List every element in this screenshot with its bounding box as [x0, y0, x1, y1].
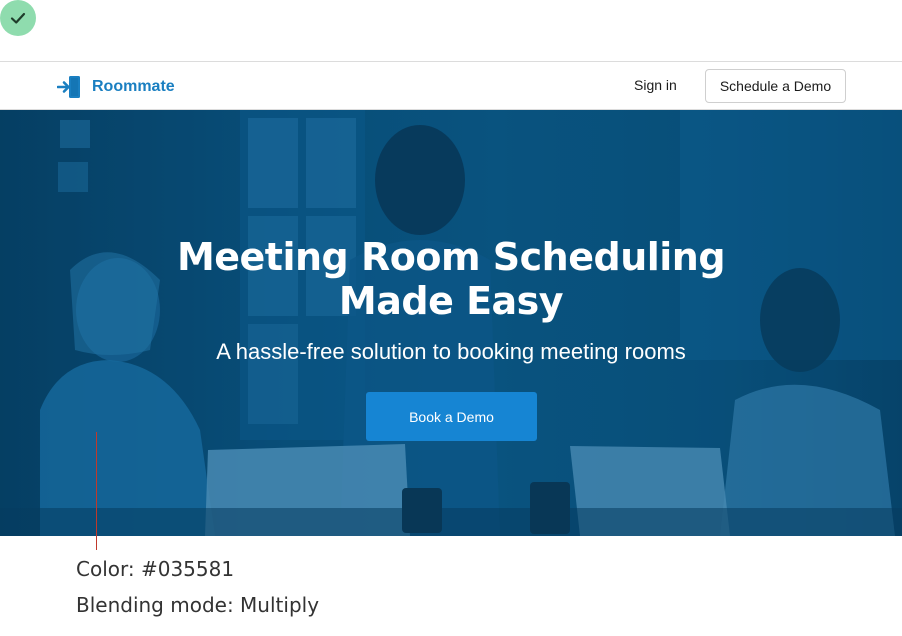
brand-name: Roommate [92, 78, 175, 95]
schedule-demo-button[interactable]: Schedule a Demo [705, 69, 846, 103]
check-icon [0, 0, 36, 36]
hero-title: Meeting Room Scheduling Made Easy [0, 235, 902, 323]
sign-in-link[interactable]: Sign in [634, 77, 677, 93]
hero-title-line-2: Made Easy [338, 279, 564, 323]
color-annotation: Color: #035581 [76, 557, 235, 581]
brand-logo[interactable]: Roommate [56, 74, 175, 100]
annotation-pointer-line [96, 432, 97, 550]
hero-section: Meeting Room Scheduling Made Easy A hass… [0, 110, 902, 536]
hero-subtitle: A hassle-free solution to booking meetin… [216, 339, 686, 364]
hero-background-photo [0, 110, 902, 536]
navbar: Roommate Sign in Schedule a Demo [0, 61, 902, 110]
hero-title-line-1: Meeting Room Scheduling [176, 235, 726, 279]
door-enter-icon [56, 74, 83, 100]
book-demo-button[interactable]: Book a Demo [366, 392, 537, 441]
blend-mode-annotation: Blending mode: Multiply [76, 593, 320, 617]
